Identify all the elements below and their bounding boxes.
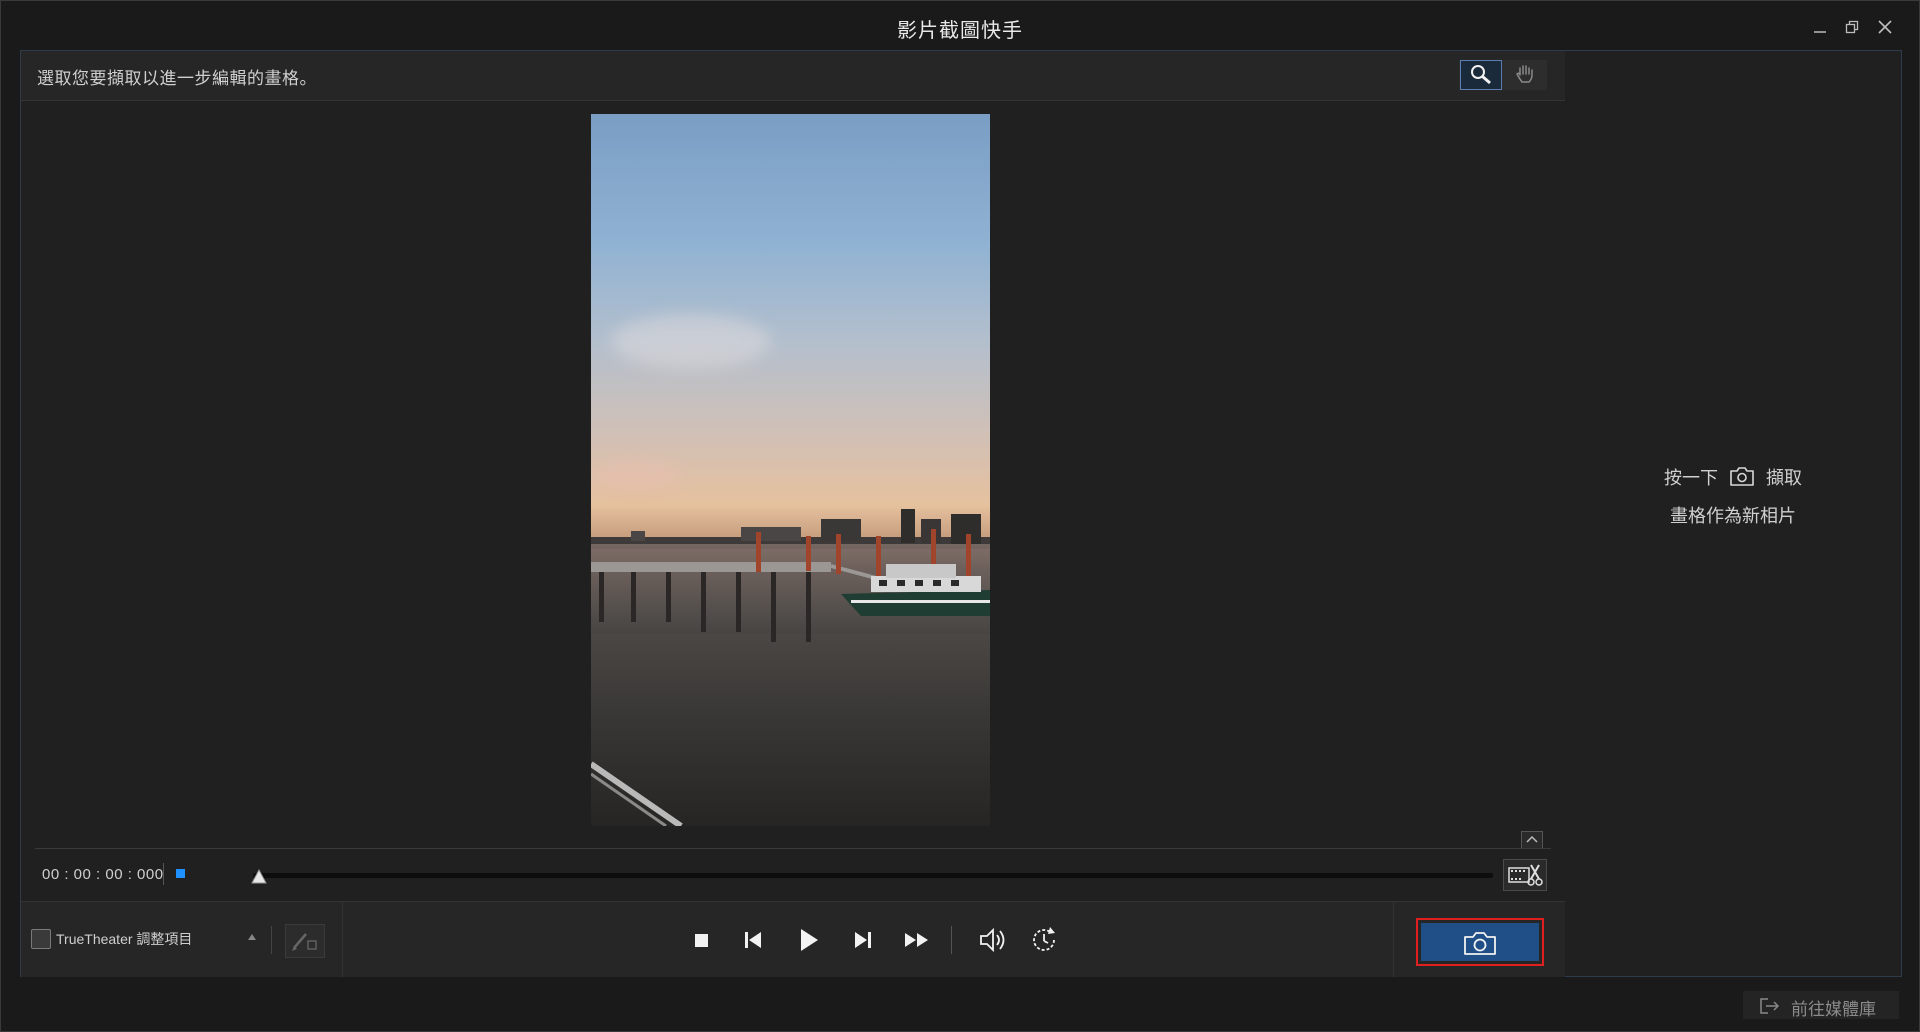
chevron-up-icon [1526,835,1538,843]
exit-arrow-icon [1760,998,1780,1014]
video-cloud [611,314,771,369]
fast-forward-icon [905,933,928,947]
video-boat [841,564,990,616]
triangle-up-icon[interactable] [247,933,257,941]
timecode-display: 00 : 00 : 00 : 000 [42,866,164,883]
trim-clip-button[interactable] [1503,859,1547,891]
restore-icon [1845,20,1859,34]
volume-icon [980,927,1005,953]
play-icon [801,929,818,951]
timeline-divider [35,848,1551,849]
truetheater-edit-button[interactable] [285,924,325,958]
hint-bar: 選取您要擷取以進一步編輯的畫格。 [21,51,1565,101]
minimize-button[interactable] [1807,15,1833,39]
timeline-playhead[interactable] [251,869,267,885]
capture-frame-button[interactable] [1421,923,1539,961]
timeline-track[interactable] [253,873,1493,878]
camera-icon [1464,932,1496,955]
timecode-separator [163,863,164,885]
mark-indicator [176,869,185,878]
restore-button[interactable] [1839,15,1865,39]
hand-pan-icon [1516,65,1533,83]
stop-icon [695,934,708,947]
truetheater-label: TrueTheater 調整項目 [56,931,193,947]
close-icon [1878,20,1892,34]
instruction-prefix: 按一下 [1663,468,1718,488]
close-button[interactable] [1872,15,1898,39]
truetheater-checkbox[interactable] [31,929,51,949]
video-railing [591,761,683,826]
video-frame-preview[interactable] [591,114,990,826]
next-frame-icon [855,932,871,948]
captured-photos-panel: 按一下 擷取 畫格作為新相片 [1565,50,1902,977]
hand-tool-button[interactable] [1505,60,1545,88]
video-cloud [591,459,681,489]
film-scissors-icon [1508,864,1543,886]
previous-frame-icon [745,932,761,948]
minimize-icon [1814,31,1826,33]
fast-forward-button[interactable] [899,924,935,956]
previous-frame-button[interactable] [735,924,771,956]
hint-text: 選取您要擷取以進一步編輯的畫格。 [37,69,317,88]
controls-separator [951,926,952,954]
camera-icon [1730,467,1754,486]
divider [1393,902,1394,977]
go-to-media-library-button[interactable]: 前往媒體庫 [1743,991,1899,1019]
timer-button[interactable] [1027,924,1063,956]
capture-instruction-line2: 畫格作為新相片 [1670,506,1796,526]
next-frame-button[interactable] [845,924,881,956]
zoom-tool-button[interactable] [1460,60,1502,90]
capture-instruction-line1: 按一下 擷取 [1565,464,1901,490]
title-bar: 影片截圖快手 [1,1,1919,51]
pencil-edit-icon [292,933,317,951]
instruction-suffix: 擷取 [1766,468,1803,488]
play-button[interactable] [790,924,826,956]
library-button-label: 前往媒體庫 [1791,1000,1876,1019]
timer-icon [1033,927,1055,951]
zoom-magnifier-icon [1471,65,1491,85]
stop-button[interactable] [684,924,720,956]
window-title: 影片截圖快手 [897,20,1023,42]
control-bar: TrueTheater 調整項目 [21,901,1565,977]
volume-button[interactable] [976,924,1012,956]
collapse-panel-button[interactable] [1521,831,1543,849]
divider [342,902,343,977]
capture-highlight [1416,918,1544,966]
separator [271,926,272,954]
view-tool-group [1459,60,1547,90]
app-window: 影片截圖快手 選取您要擷取以進一步編輯的畫格。 00: 00: 00: 0… [0,0,1920,1032]
preview-panel: 選取您要擷取以進一步編輯的畫格。 00: 00: 00: 000 True… [20,50,1566,977]
